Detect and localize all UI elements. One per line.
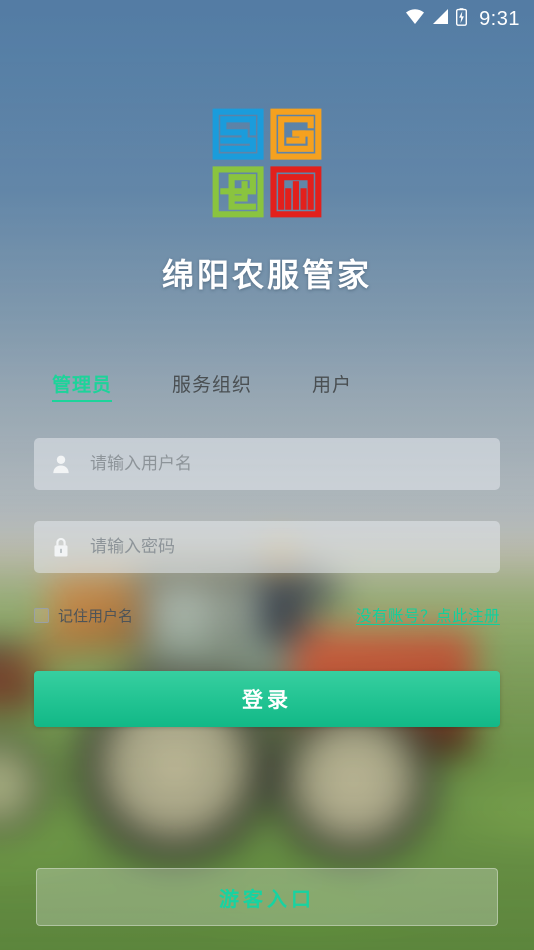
status-bar: 9:31 [0,0,534,38]
remember-row: 记住用户名 没有账号？点此注册 [34,604,500,626]
user-icon [48,451,74,477]
remember-username-label: 记住用户名 [58,607,134,625]
wifi-icon [405,8,425,30]
register-link[interactable]: 没有账号？点此注册 [356,604,500,626]
status-icon-group: 9:31 [405,8,520,31]
tab-service-org[interactable]: 服务组织 [172,370,252,402]
login-screen: 9:31 绵阳农服管家 管理员 服务组织 用户 请输入用户名 记住用户名 没有账… [0,0,534,950]
username-field-container[interactable] [34,438,500,490]
tab-user[interactable]: 用户 [312,370,352,402]
signal-icon [432,8,449,30]
lock-icon [48,534,74,560]
page-title: 绵阳农服管家 [161,257,372,293]
password-field-container[interactable] [34,521,500,573]
checkbox-box[interactable] [34,607,49,623]
password-input[interactable] [90,537,500,557]
battery-charging-icon [456,7,468,31]
role-tabs: 管理员 服务组织 用户 [52,370,352,402]
login-content: 绵阳农服管家 管理员 服务组织 用户 请输入用户名 记住用户名 没有账号？点此注… [0,0,534,950]
status-time: 9:31 [479,7,520,30]
sgem-logo [208,104,326,222]
username-input[interactable] [90,454,500,474]
tab-admin[interactable]: 管理员 [52,370,113,402]
remember-username-checkbox[interactable]: 记住用户名 [34,605,133,626]
login-button[interactable]: 登录 [34,671,500,727]
guest-entry-button[interactable]: 游客入口 [36,868,498,926]
